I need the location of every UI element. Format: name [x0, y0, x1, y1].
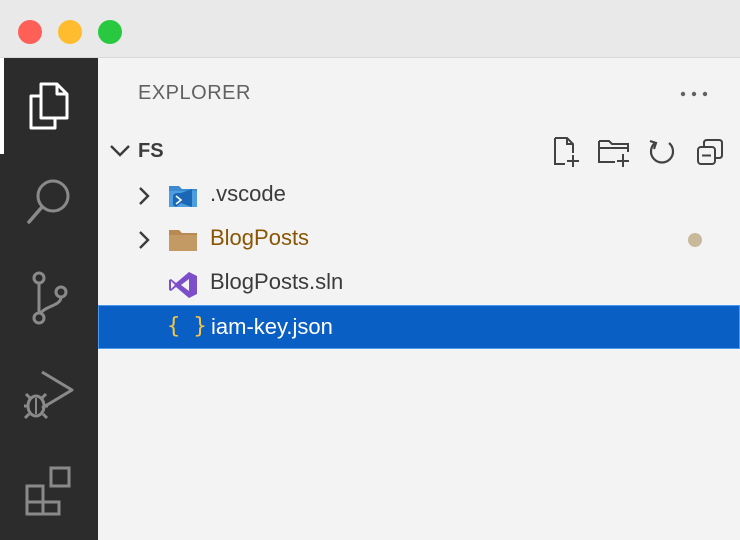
chevron-down-icon — [110, 145, 130, 157]
explorer-sidebar: EXPLORER FS .vscode BlogPosts BlogPosts.… — [98, 58, 740, 540]
tree-item-iam-key-json[interactable]: { } iam-key.json — [98, 305, 740, 349]
more-actions-button[interactable] — [676, 76, 712, 112]
search-icon — [27, 179, 70, 224]
collapse-all-icon — [697, 139, 723, 165]
source-control-icon — [32, 271, 68, 325]
activity-source-control[interactable] — [0, 250, 98, 346]
folder-icon — [169, 230, 197, 251]
refresh-icon — [649, 139, 675, 164]
tree-item-label: BlogPosts.sln — [210, 269, 344, 294]
maximize-window-button[interactable] — [98, 20, 122, 44]
more-icon — [680, 91, 708, 97]
new-folder-icon — [598, 140, 629, 167]
chevron-right-icon — [139, 231, 150, 249]
explorer-icon — [29, 82, 69, 130]
minimize-window-button[interactable] — [58, 20, 82, 44]
run-debug-icon — [23, 370, 74, 420]
workspace-name: FS — [138, 140, 164, 162]
new-file-icon — [554, 137, 579, 167]
tree-item-label: BlogPosts — [210, 225, 310, 250]
tree-item-blogposts-sln[interactable]: BlogPosts.sln — [98, 261, 740, 305]
modified-indicator — [688, 233, 702, 247]
activity-extensions[interactable] — [0, 442, 98, 538]
window-titlebar — [0, 0, 740, 58]
activity-search[interactable] — [0, 154, 98, 250]
chevron-right-icon — [139, 187, 150, 205]
activity-run-debug[interactable] — [0, 346, 98, 442]
activity-explorer[interactable] — [0, 58, 98, 154]
json-icon: { } — [167, 314, 207, 339]
collapse-all-button[interactable] — [692, 134, 728, 170]
tree-item-vscode-folder[interactable]: .vscode — [98, 173, 740, 217]
new-file-button[interactable] — [548, 134, 584, 170]
close-window-button[interactable] — [18, 20, 42, 44]
tree-item-blogposts-folder[interactable]: BlogPosts — [98, 217, 740, 261]
tree-item-label: .vscode — [210, 181, 286, 206]
workspace-section-header[interactable]: FS — [98, 132, 740, 170]
extensions-icon — [25, 466, 71, 516]
visual-studio-icon — [169, 272, 197, 298]
explorer-title: EXPLORER — [138, 82, 251, 104]
activity-bar — [0, 58, 98, 540]
tree-item-label: iam-key.json — [211, 314, 333, 339]
vscode-folder-icon — [169, 186, 197, 207]
new-folder-button[interactable] — [596, 134, 632, 170]
refresh-button[interactable] — [644, 134, 680, 170]
